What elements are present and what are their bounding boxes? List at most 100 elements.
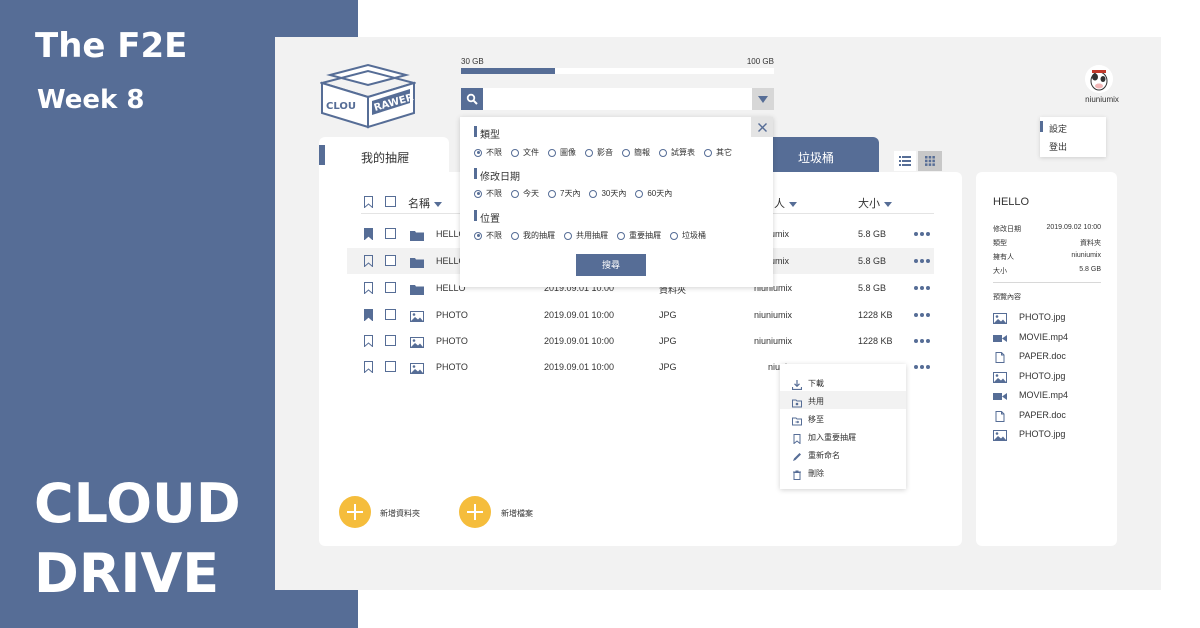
date-option[interactable]: 不限 — [474, 188, 502, 199]
date-option[interactable]: 60天內 — [635, 188, 672, 199]
row-size: 5.8 GB — [858, 256, 887, 266]
row-checkbox[interactable] — [385, 255, 396, 266]
more-options-icon[interactable] — [914, 286, 930, 290]
menu-item-download[interactable]: 下載 — [780, 373, 906, 391]
table-row[interactable]: PHOTO 2019.09.01 10:00 JPG niuniumix 1228 KB — [347, 328, 934, 354]
preview-item[interactable]: MOVIE.mp4 — [993, 330, 1103, 344]
radio-button[interactable] — [635, 189, 644, 198]
menu-item-add-important[interactable]: 加入重要抽屜 — [780, 427, 906, 445]
select-all-checkbox[interactable] — [385, 196, 396, 207]
radio-button[interactable] — [474, 148, 482, 157]
header-owner[interactable]: 人 — [774, 195, 797, 211]
tab-trash[interactable]: 垃圾桶 — [770, 137, 879, 172]
row-checkbox[interactable] — [385, 309, 396, 320]
type-option-label: 不限 — [486, 148, 502, 157]
menu-item-label: 移至 — [808, 415, 824, 424]
type-option[interactable]: 影音 — [585, 147, 613, 158]
radio-button[interactable] — [511, 148, 519, 157]
radio-button[interactable] — [474, 189, 482, 198]
header-size[interactable]: 大小 — [858, 195, 892, 211]
search-input[interactable] — [485, 90, 747, 108]
add-folder-button[interactable] — [339, 496, 371, 528]
header-name[interactable]: 名稱 — [408, 195, 442, 211]
close-filter-button[interactable] — [751, 117, 773, 137]
preview-item-name: PHOTO.jpg — [1019, 370, 1066, 381]
more-options-icon[interactable] — [914, 365, 930, 369]
tab-my-drawer[interactable]: 我的抽屜 — [319, 137, 449, 172]
storage-bar — [461, 68, 774, 74]
row-checkbox[interactable] — [385, 228, 396, 239]
radio-button[interactable] — [659, 148, 667, 157]
location-option[interactable]: 不限 — [474, 230, 502, 241]
radio-button[interactable] — [670, 231, 678, 240]
preview-item[interactable]: PHOTO.jpg — [993, 369, 1103, 383]
preview-item[interactable]: PHOTO.jpg — [993, 427, 1103, 441]
avatar[interactable] — [1085, 65, 1113, 93]
storage-total-label: 100 GB — [746, 57, 774, 66]
date-option[interactable]: 30天內 — [589, 188, 626, 199]
add-file-button[interactable] — [459, 496, 491, 528]
bookmark-icon[interactable] — [364, 335, 373, 347]
search-bar — [461, 88, 774, 110]
type-option[interactable]: 其它 — [704, 147, 732, 158]
bookmark-icon[interactable] — [364, 361, 373, 373]
row-checkbox[interactable] — [385, 335, 396, 346]
preview-item[interactable]: PAPER.doc — [993, 349, 1103, 363]
search-filter-toggle[interactable] — [752, 88, 774, 110]
preview-item[interactable]: PAPER.doc — [993, 408, 1103, 422]
location-option[interactable]: 我的抽屜 — [511, 230, 555, 241]
image-icon — [410, 361, 424, 379]
menu-item-delete[interactable]: 刪除 — [780, 463, 906, 481]
radio-button[interactable] — [617, 231, 625, 240]
type-option[interactable]: 文件 — [511, 147, 539, 158]
date-option[interactable]: 7天內 — [548, 188, 580, 199]
radio-button[interactable] — [585, 148, 593, 157]
grid-view-button[interactable] — [918, 151, 942, 171]
bookmark-icon[interactable] — [364, 228, 373, 240]
document-icon — [993, 350, 1007, 363]
details-field: 修改日期 2019.09.02 10:00 — [993, 224, 1101, 234]
cloud-drawer-logo[interactable]: CLOU RAWER — [318, 61, 418, 131]
type-option[interactable]: 簡報 — [622, 147, 650, 158]
more-options-icon[interactable] — [914, 232, 930, 236]
table-row[interactable]: PHOTO 2019.09.01 10:00 JPG niuniumix 1228 KB — [347, 302, 934, 328]
radio-button[interactable] — [622, 148, 630, 157]
menu-item-rename[interactable]: 重新命名 — [780, 445, 906, 463]
radio-button[interactable] — [548, 189, 556, 198]
preview-item[interactable]: MOVIE.mp4 — [993, 388, 1103, 402]
location-option[interactable]: 重要抽屜 — [617, 230, 661, 241]
close-icon — [757, 122, 767, 132]
radio-button[interactable] — [564, 231, 572, 240]
radio-button[interactable] — [704, 148, 712, 157]
menu-item-share[interactable]: 共用 — [780, 391, 906, 409]
more-options-icon[interactable] — [914, 339, 930, 343]
radio-button[interactable] — [589, 189, 598, 198]
search-icon[interactable] — [461, 88, 483, 110]
bookmark-icon[interactable] — [364, 282, 373, 294]
row-name: PHOTO — [436, 336, 468, 346]
add-folder-label: 新增資料夾 — [380, 509, 420, 518]
radio-button[interactable] — [548, 148, 556, 157]
bookmark-icon[interactable] — [364, 309, 373, 321]
more-options-icon[interactable] — [914, 259, 930, 263]
filter-search-button[interactable]: 搜尋 — [576, 254, 646, 276]
row-checkbox[interactable] — [385, 282, 396, 293]
type-option[interactable]: 試算表 — [659, 147, 695, 158]
type-option[interactable]: 圖像 — [548, 147, 576, 158]
radio-button[interactable] — [474, 231, 482, 240]
preview-item[interactable]: PHOTO.jpg — [993, 310, 1103, 324]
radio-button[interactable] — [511, 231, 519, 240]
bookmark-icon[interactable] — [364, 255, 373, 267]
menu-item-move-to[interactable]: 移至 — [780, 409, 906, 427]
more-options-icon[interactable] — [914, 313, 930, 317]
type-option[interactable]: 不限 — [474, 147, 502, 158]
location-option[interactable]: 垃圾桶 — [670, 230, 706, 241]
menu-item-settings[interactable]: 設定 — [1049, 122, 1067, 135]
menu-item-logout[interactable]: 登出 — [1049, 140, 1067, 153]
date-option[interactable]: 今天 — [511, 188, 539, 199]
list-view-button[interactable] — [894, 151, 916, 171]
banner-big-line1: CLOUD — [34, 472, 241, 535]
location-option[interactable]: 共用抽屜 — [564, 230, 608, 241]
row-checkbox[interactable] — [385, 361, 396, 372]
radio-button[interactable] — [511, 189, 519, 198]
